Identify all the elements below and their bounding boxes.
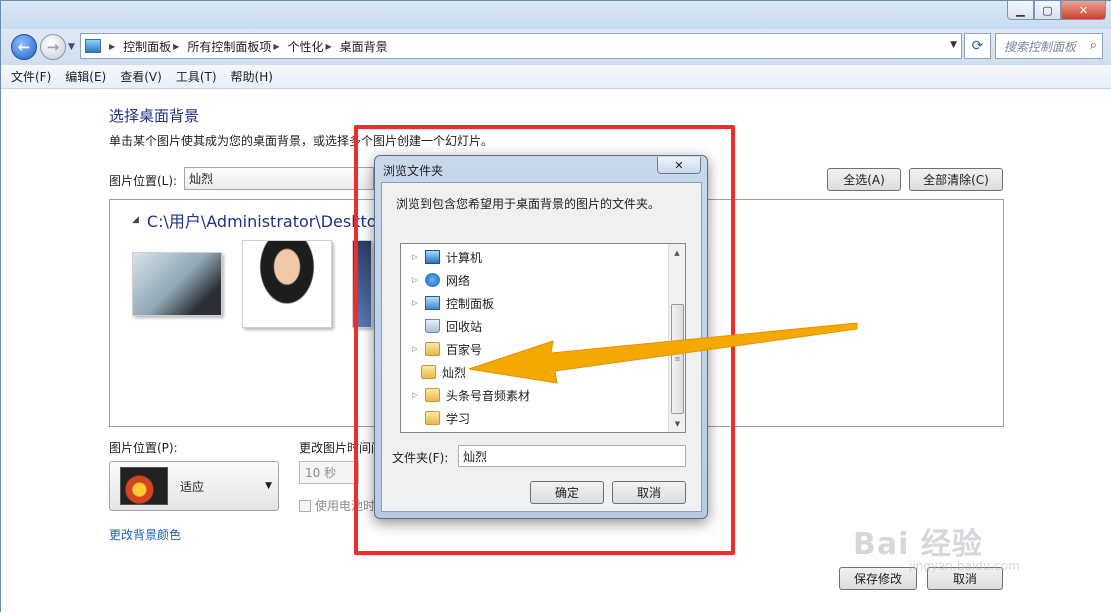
dialog-description: 浏览到包含您希望用于桌面背景的图片的文件夹。 bbox=[396, 197, 661, 211]
breadcrumb-item[interactable]: 个性化 ▶ bbox=[288, 38, 340, 55]
change-background-color-link[interactable]: 更改背景颜色 bbox=[109, 526, 181, 543]
address-dropdown-icon[interactable]: ▼ bbox=[950, 40, 957, 50]
dropdown-arrow-icon: ▼ bbox=[265, 481, 272, 491]
scroll-up-icon[interactable]: ▲ bbox=[669, 244, 685, 261]
navigation-bar: ← → ▼ ▶ 控制面板 ▶ 所有控制面板项 ▶ 个性化 ▶ 桌面背景 ▼ ⟳ 搜索控… bbox=[1, 29, 1111, 65]
search-icon[interactable]: ⌕ bbox=[1090, 38, 1097, 53]
battery-pause-checkbox[interactable]: 使用电池时 bbox=[299, 497, 375, 514]
recycle-bin-icon bbox=[425, 319, 440, 333]
menu-edit[interactable]: 编辑(E) bbox=[65, 68, 106, 85]
maximize-button[interactable]: ▢ bbox=[1034, 1, 1061, 20]
menu-bar: 文件(F) 编辑(E) 查看(V) 工具(T) 帮助(H) bbox=[1, 65, 1111, 89]
dialog-close-button[interactable]: ✕ bbox=[657, 157, 701, 174]
forward-button[interactable]: → bbox=[40, 34, 66, 60]
gallery-folder-path[interactable]: ◢ C:\用户\Administrator\Desktop\灿 bbox=[132, 208, 408, 232]
expand-icon[interactable]: ▷ bbox=[409, 391, 421, 399]
title-bar: ▁ ▢ ✕ bbox=[1, 1, 1111, 29]
picture-location-label: 图片位置(L): bbox=[109, 174, 178, 188]
expand-icon[interactable]: ▷ bbox=[409, 345, 421, 353]
expand-icon[interactable]: ▷ bbox=[409, 276, 421, 284]
dialog-cancel-button[interactable]: 取消 bbox=[612, 481, 686, 504]
tree-item-control-panel[interactable]: ▷ 控制面板 bbox=[401, 292, 669, 314]
clear-all-button[interactable]: 全部清除(C) bbox=[909, 168, 1003, 191]
dialog-title: 浏览文件夹 bbox=[383, 164, 444, 178]
picture-position-label: 图片位置(P): bbox=[109, 441, 178, 455]
position-preview-icon bbox=[120, 467, 168, 505]
select-all-button[interactable]: 全选(A) bbox=[827, 168, 901, 191]
picture-thumbnail[interactable] bbox=[242, 240, 332, 328]
close-button[interactable]: ✕ bbox=[1061, 1, 1106, 20]
menu-help[interactable]: 帮助(H) bbox=[231, 68, 273, 85]
breadcrumb-item[interactable]: 所有控制面板项 ▶ bbox=[187, 38, 287, 55]
breadcrumb-item[interactable]: 控制面板 ▶ bbox=[123, 38, 187, 55]
interval-label: 更改图片时间间 bbox=[299, 441, 384, 455]
tree-item-network[interactable]: ▷ 网络 bbox=[401, 269, 669, 291]
tree-item-study[interactable]: 学习 bbox=[401, 407, 669, 429]
tree-item-computer[interactable]: ▷ 计算机 bbox=[401, 246, 669, 268]
interval-select[interactable]: 10 秒 bbox=[299, 461, 359, 484]
picture-location-select[interactable]: 灿烈 bbox=[184, 167, 374, 190]
annotation-arrow-icon bbox=[468, 322, 858, 384]
breadcrumb-separator-icon[interactable]: ▶ bbox=[107, 42, 123, 51]
menu-view[interactable]: 查看(V) bbox=[120, 68, 162, 85]
control-panel-window: ▁ ▢ ✕ ← → ▼ ▶ 控制面板 ▶ 所有控制面板项 ▶ 个性化 ▶ 桌面背景 ▼… bbox=[0, 0, 1111, 613]
menu-tools[interactable]: 工具(T) bbox=[176, 68, 217, 85]
minimize-button[interactable]: ▁ bbox=[1007, 1, 1034, 20]
save-changes-button[interactable]: 保存修改 bbox=[839, 567, 917, 590]
folder-icon bbox=[425, 342, 440, 356]
picture-thumbnail[interactable] bbox=[352, 240, 372, 328]
history-dropdown-icon[interactable]: ▼ bbox=[68, 42, 75, 52]
menu-file[interactable]: 文件(F) bbox=[11, 68, 51, 85]
back-button[interactable]: ← bbox=[11, 34, 37, 60]
refresh-icon[interactable]: ⟳ bbox=[964, 33, 991, 59]
folder-input[interactable]: 灿烈 bbox=[458, 445, 686, 467]
baidu-watermark: Bai 经验 jingyan.baidu.com bbox=[853, 527, 1020, 573]
control-panel-icon bbox=[425, 296, 440, 310]
breadcrumb-item-current[interactable]: 桌面背景 bbox=[340, 38, 388, 55]
scroll-down-icon[interactable]: ▼ bbox=[669, 415, 685, 432]
control-panel-icon bbox=[85, 39, 101, 53]
folder-label: 文件夹(F): bbox=[392, 451, 449, 465]
search-input[interactable]: 搜索控制面板 ⌕ bbox=[995, 33, 1103, 59]
expand-icon[interactable]: ▷ bbox=[409, 299, 421, 307]
page-subtitle: 单击某个图片使其成为您的桌面背景，或选择多个图片创建一个幻灯片。 bbox=[109, 134, 494, 148]
picture-position-select[interactable]: 适应 ▼ bbox=[109, 461, 279, 511]
picture-thumbnail[interactable] bbox=[132, 252, 222, 316]
expand-icon[interactable]: ▷ bbox=[409, 253, 421, 261]
folder-icon bbox=[425, 388, 440, 402]
ok-button[interactable]: 确定 bbox=[530, 481, 604, 504]
computer-icon bbox=[425, 250, 440, 264]
picture-position-value: 适应 bbox=[180, 479, 205, 494]
address-bar[interactable]: ▶ 控制面板 ▶ 所有控制面板项 ▶ 个性化 ▶ 桌面背景 ▼ bbox=[80, 33, 962, 59]
collapse-icon[interactable]: ◢ bbox=[132, 215, 139, 225]
network-icon bbox=[425, 273, 440, 287]
checkbox-icon[interactable] bbox=[299, 499, 311, 512]
folder-icon bbox=[425, 411, 440, 425]
page-title: 选择桌面背景 bbox=[109, 107, 200, 125]
folder-icon bbox=[421, 365, 436, 379]
